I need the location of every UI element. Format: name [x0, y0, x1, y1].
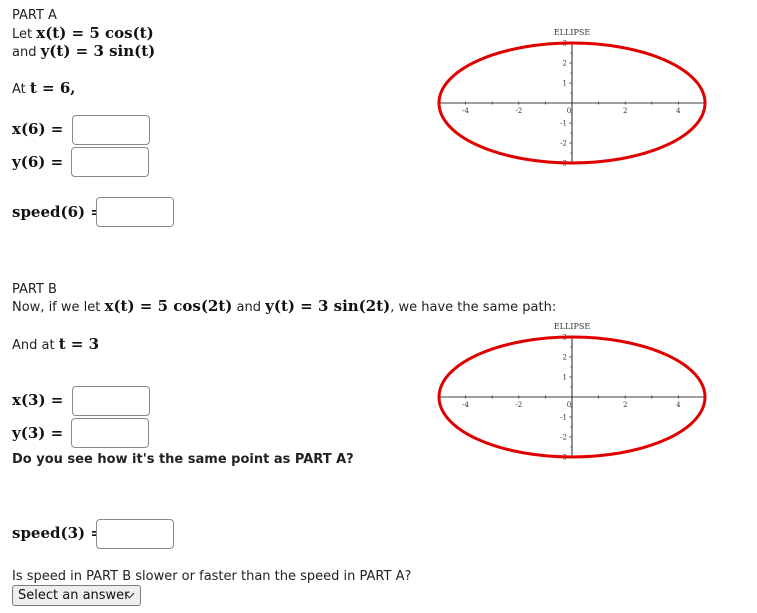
y-tick-label: 2 [563, 354, 567, 362]
part-b-at-time: And at t = 3 [12, 335, 99, 353]
time-value-b: t = 3 [58, 335, 100, 353]
part-a-x-definition: Let x(t) = 5 cos(t) [12, 24, 154, 42]
y6-answer-input[interactable] [71, 147, 149, 177]
part-a-at-time: At t = 6, [12, 79, 76, 97]
x-tick-label: 4 [676, 401, 681, 409]
speed-compare-question: Is speed in PART B slower or faster than… [12, 569, 412, 584]
x-tick-label: 2 [623, 401, 627, 409]
x-tick-label: 4 [676, 107, 681, 115]
x-tick-label: -2 [515, 401, 522, 409]
and-word: and [232, 300, 266, 315]
chart-title: ELLIPSE [554, 322, 590, 331]
y-tick-label: -2 [560, 140, 567, 148]
speed6-label: speed(6) = [12, 203, 103, 221]
y-tick-label: 2 [563, 60, 567, 68]
intro-prefix: Now, if we let [12, 300, 105, 315]
chart-title: ELLIPSE [554, 28, 590, 37]
y-tick-label: -1 [560, 120, 567, 128]
x-formula-b: x(t) = 5 cos(2t) [104, 297, 233, 315]
y3-answer-input[interactable] [71, 418, 149, 448]
x6-label: x(6) = [12, 120, 64, 138]
part-b-heading: PART B [12, 282, 57, 297]
part-a-y-definition: and y(t) = 3 sin(t) [12, 42, 155, 60]
x6-answer-input[interactable] [72, 115, 150, 145]
same-point-question: Do you see how it's the same point as PA… [12, 452, 354, 467]
x-tick-label: 0 [567, 401, 571, 409]
y-formula: y(t) = 3 sin(t) [40, 42, 156, 60]
y3-label: y(3) = [12, 424, 64, 442]
x-tick-label: 0 [567, 107, 571, 115]
speed3-answer-input[interactable] [96, 519, 174, 549]
let-text: Let [12, 27, 37, 42]
speed3-label: speed(3) = [12, 524, 103, 542]
ellipse-chart-a: ELLIPSE-4 -2 0 2 4321-1-2-3 [437, 28, 707, 168]
part-a-heading: PART A [12, 8, 57, 23]
y-tick-label: 1 [563, 374, 567, 382]
select-value: Select an answer [18, 588, 130, 603]
y-tick-label: -2 [560, 434, 567, 442]
x3-label: x(3) = [12, 391, 64, 409]
x-tick-label: -4 [462, 401, 469, 409]
and-at-text: And at [12, 338, 59, 353]
speed-compare-select[interactable]: Select an answer [12, 585, 141, 606]
y6-label: y(6) = [12, 153, 64, 171]
and-text: and [12, 45, 41, 60]
y-formula-b: y(t) = 3 sin(2t) [265, 297, 391, 315]
x3-answer-input[interactable] [72, 386, 150, 416]
x-tick-label: -2 [515, 107, 522, 115]
x-tick-label: -4 [462, 107, 469, 115]
y-tick-label: 1 [563, 80, 567, 88]
speed6-answer-input[interactable] [96, 197, 174, 227]
at-text: At [12, 82, 30, 97]
y-tick-label: -1 [560, 414, 567, 422]
time-value: t = 6, [29, 79, 76, 97]
x-tick-label: 2 [623, 107, 627, 115]
x-formula: x(t) = 5 cos(t) [36, 24, 154, 42]
ellipse-chart-b: ELLIPSE-4 -2 0 2 4321-1-2-3 [437, 322, 707, 462]
